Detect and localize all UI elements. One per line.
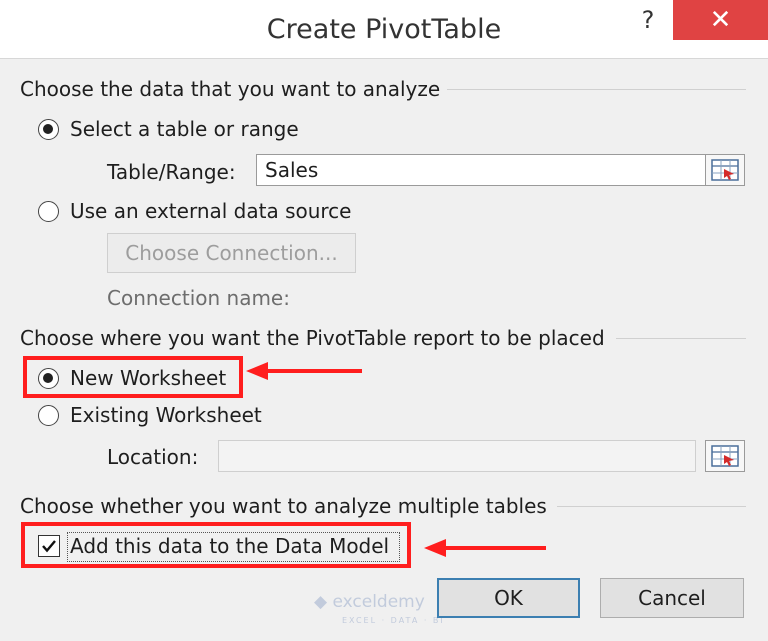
help-button[interactable]: ? [633, 6, 663, 34]
connection-name-label: Connection name: [107, 286, 290, 310]
close-button[interactable]: ✕ [673, 0, 768, 40]
title-divider [0, 58, 768, 59]
data-model-arrow-icon [424, 539, 546, 557]
section-divider [616, 338, 746, 339]
multiple-tables-section-title: Choose whether you want to analyze multi… [20, 494, 547, 518]
watermark-cube-icon: ◆ [314, 592, 328, 612]
radio-selected-dot [43, 124, 53, 134]
ok-button[interactable]: OK [437, 578, 580, 618]
section-divider [557, 506, 746, 507]
watermark-brand: exceldemy [332, 592, 425, 612]
table-range-input[interactable]: Sales [256, 154, 706, 186]
table-range-picker-button[interactable] [705, 154, 745, 186]
existing-worksheet-radio[interactable] [38, 405, 59, 426]
new-worksheet-highlight-box [23, 356, 243, 398]
watermark-tagline: EXCEL · DATA · BI [342, 616, 445, 625]
new-worksheet-arrow-icon [246, 362, 362, 380]
select-table-label[interactable]: Select a table or range [70, 117, 299, 141]
section-divider [447, 89, 746, 90]
watermark-logo: ◆ exceldemy [314, 592, 425, 612]
location-input[interactable] [218, 440, 696, 472]
external-source-label[interactable]: Use an external data source [70, 199, 351, 223]
location-picker-button[interactable] [705, 440, 745, 472]
analyze-section-title: Choose the data that you want to analyze [20, 77, 441, 101]
existing-worksheet-label[interactable]: Existing Worksheet [70, 403, 262, 427]
cancel-button[interactable]: Cancel [600, 578, 744, 618]
location-label: Location: [107, 445, 199, 469]
external-source-radio[interactable] [38, 201, 59, 222]
placement-section-title: Choose where you want the PivotTable rep… [20, 326, 605, 350]
choose-connection-button[interactable]: Choose Connection... [107, 233, 356, 273]
select-table-radio[interactable] [38, 119, 59, 140]
table-range-label: Table/Range: [107, 160, 236, 184]
data-model-highlight-box [21, 522, 411, 568]
range-select-icon [711, 445, 739, 467]
range-select-icon [711, 159, 739, 181]
